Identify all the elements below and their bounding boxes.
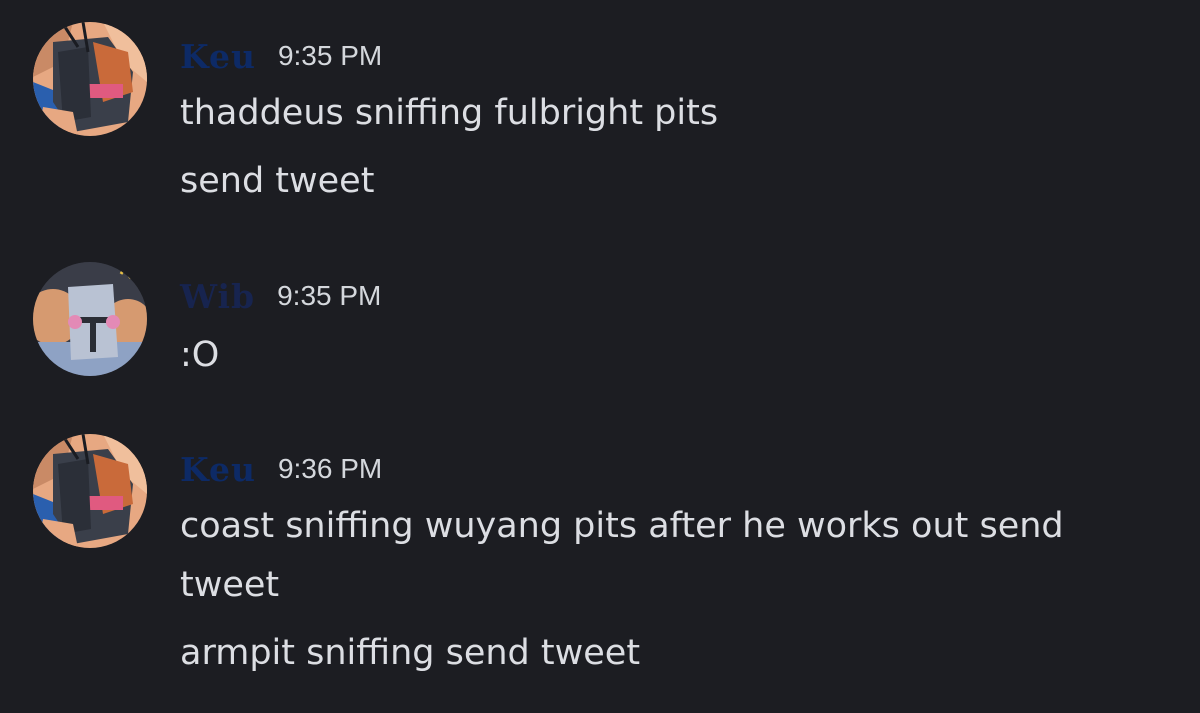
- message-text: :O: [180, 335, 220, 375]
- message-text: armpit sniffing send tweet: [180, 633, 641, 673]
- chat-message-list: Keu 9:35 PM thaddeus sniffing fulbright …: [0, 0, 1200, 713]
- username[interactable]: Wib: [180, 277, 255, 316]
- message-header: Wib 9:35 PM: [180, 276, 381, 316]
- user-avatar[interactable]: [33, 262, 147, 376]
- timestamp: 9:35 PM: [277, 280, 382, 311]
- user-avatar[interactable]: [33, 434, 147, 548]
- message-text: send tweet: [180, 161, 375, 201]
- knight-helmet-avatar-icon: [33, 22, 147, 136]
- message-text: thaddeus sniffing fulbright pits: [180, 93, 719, 133]
- message-text: tweet: [180, 565, 280, 605]
- message-header: Keu 9:35 PM: [180, 36, 382, 76]
- timestamp: 9:35 PM: [277, 40, 383, 71]
- username[interactable]: Keu: [180, 37, 256, 76]
- message-header: Keu 9:36 PM: [180, 449, 382, 489]
- blushing-knight-avatar-icon: [33, 262, 147, 376]
- timestamp: 9:36 PM: [277, 453, 383, 484]
- username[interactable]: Keu: [180, 450, 256, 489]
- user-avatar[interactable]: [33, 22, 147, 136]
- message-text: coast sniffing wuyang pits after he work…: [180, 506, 1064, 546]
- knight-helmet-avatar-icon: [33, 434, 147, 548]
